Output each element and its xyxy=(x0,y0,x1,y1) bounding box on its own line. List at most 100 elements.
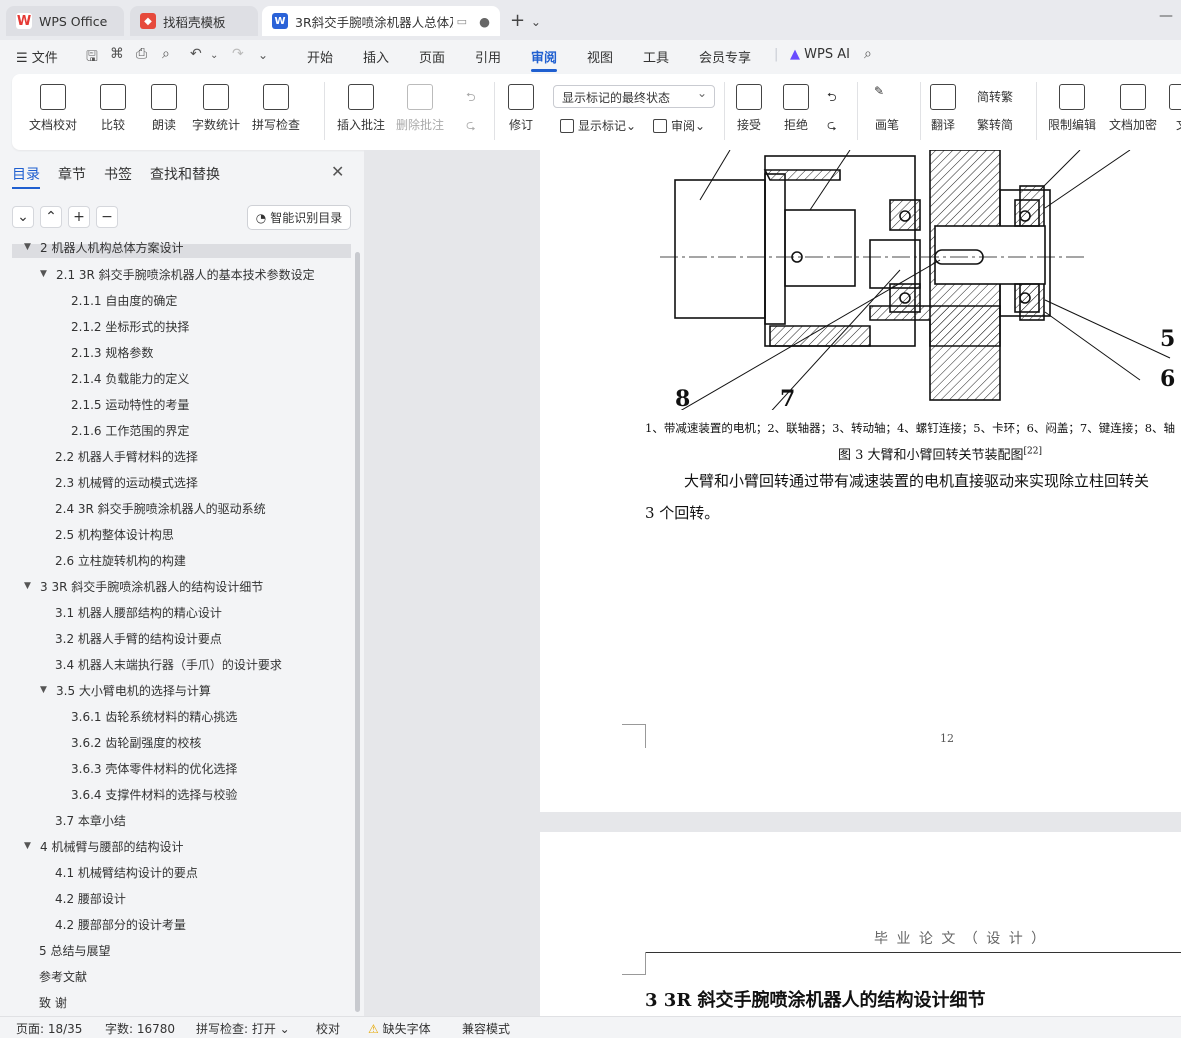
redo-icon[interactable]: ↷ xyxy=(232,46,244,62)
translate-button[interactable]: 翻译 xyxy=(930,84,956,133)
document-encrypt-button[interactable]: 文档加密 xyxy=(1109,84,1157,133)
chevron-up-icon[interactable]: ⌃ xyxy=(40,206,62,228)
reject-button[interactable]: 拒绝 xyxy=(783,84,809,133)
toc-item[interactable]: 3.2 机器人手臂的结构设计要点 xyxy=(55,628,222,648)
wps-ai-button[interactable]: ▲ WPS AI xyxy=(790,47,850,62)
toc-item[interactable]: 3.7 本章小结 xyxy=(55,810,126,830)
toc-item[interactable]: 3.6.2 齿轮副强度的校核 xyxy=(71,732,201,752)
toc-item[interactable]: 2.1.4 负载能力的定义 xyxy=(71,368,189,388)
toc-item[interactable]: 4.2 腰部设计 xyxy=(55,888,126,908)
toc-item[interactable]: ▼ 3 3R 斜交手腕喷涂机器人的结构设计细节 xyxy=(24,576,263,596)
undo-dropdown-icon[interactable]: ⌄ xyxy=(210,50,218,61)
page-indicator[interactable]: 页面: 18/35 xyxy=(16,1020,82,1037)
toc-scrollbar[interactable] xyxy=(355,252,360,1012)
search-icon[interactable]: ⌕ xyxy=(864,46,872,62)
toc-item[interactable]: 3.4 机器人末端执行器（手爪）的设计要求 xyxy=(55,654,282,674)
tab-wps-office[interactable]: W WPS Office xyxy=(6,6,124,36)
missing-font-status[interactable]: ⚠ 缺失字体 xyxy=(368,1020,431,1037)
previous-change-icon[interactable]: ⮌ xyxy=(827,88,837,109)
to-traditional-button[interactable]: 简 转繁 xyxy=(977,88,1013,105)
toc-item[interactable]: 致 谢 xyxy=(39,992,67,1012)
more-chevron-icon[interactable]: ⌄ xyxy=(258,48,268,62)
figure-label-6: 6 xyxy=(1160,366,1176,392)
tab-find-replace[interactable]: 查找和替换 xyxy=(150,164,220,184)
toc-item[interactable]: 2.6 立柱旋转机构的构建 xyxy=(55,550,186,570)
toc-item[interactable]: 2.1.5 运动特性的考量 xyxy=(71,394,189,414)
unsaved-dot-icon[interactable]: ● xyxy=(479,14,490,29)
print-icon[interactable]: ⎙ xyxy=(136,46,147,62)
markup-state-dropdown[interactable]: 显示标记的最终状态 xyxy=(553,85,715,108)
spell-check-button[interactable]: 拼写检查 xyxy=(252,84,300,133)
show-markup-button[interactable]: 显示标记 ⌄ xyxy=(560,117,636,134)
add-heading-icon[interactable]: + xyxy=(68,206,90,228)
compare-button[interactable]: 比较 xyxy=(100,84,126,133)
file-menu[interactable]: ☰ 文件 xyxy=(16,47,58,66)
toc-item[interactable]: 2.4 3R 斜交手腕喷涂机器人的驱动系统 xyxy=(55,498,266,518)
tab-bookmarks[interactable]: 书签 xyxy=(104,164,132,184)
tab-sections[interactable]: 章节 xyxy=(58,164,86,184)
menu-review[interactable]: 审阅 xyxy=(531,47,558,72)
print-preview-icon[interactable]: ⌕ xyxy=(162,46,170,62)
toc-item[interactable]: 2.1.6 工作范围的界定 xyxy=(71,420,189,440)
document-canvas: 5 6 7 8 1、带减速装置的电机；2、联轴器；3、转动轴；4、螺钉连接；5、… xyxy=(364,150,1181,1016)
toc-item[interactable]: 2.2 机器人手臂材料的选择 xyxy=(55,446,198,466)
next-comment-icon[interactable]: ⮎ xyxy=(466,116,476,137)
track-changes-button[interactable]: 修订 xyxy=(508,84,534,133)
review-pane-button[interactable]: 审阅 ⌄ xyxy=(653,117,705,134)
tab-toc[interactable]: 目录 xyxy=(12,164,40,189)
document-proofread-button[interactable]: 文档校对 xyxy=(29,84,77,133)
spell-check-status[interactable]: 拼写检查: 打开 ⌄ xyxy=(196,1020,290,1037)
toc-item[interactable]: 3.6.4 支撑件材料的选择与校验 xyxy=(71,784,237,804)
menu-view[interactable]: 视图 xyxy=(587,47,613,66)
undo-icon[interactable]: ↶ xyxy=(190,46,202,62)
toc-item[interactable]: 5 总结与展望 xyxy=(39,940,110,960)
word-count-status[interactable]: 字数: 16780 xyxy=(105,1020,175,1037)
toc-item[interactable]: 2.5 机构整体设计构思 xyxy=(55,524,174,544)
document-icon xyxy=(1169,84,1181,110)
toc-item[interactable]: 参考文献 xyxy=(39,966,87,986)
toc-item[interactable]: 3.1 机器人腰部结构的精心设计 xyxy=(55,602,222,622)
previous-comment-icon[interactable]: ⮌ xyxy=(466,88,476,109)
insert-comment-button[interactable]: 插入批注 xyxy=(337,84,385,133)
menu-member[interactable]: 会员专享 xyxy=(699,47,751,66)
toc-item[interactable]: 2.1.1 自由度的确定 xyxy=(71,290,177,310)
toc-item[interactable]: 2.1.3 规格参数 xyxy=(71,342,153,362)
toc-item[interactable]: 4.2 腰部部分的设计考量 xyxy=(55,914,186,934)
toc-item[interactable]: 2.3 机械臂的运动模式选择 xyxy=(55,472,198,492)
toc-item[interactable]: ▼ 2.1 3R 斜交手腕喷涂机器人的基本技术参数设定 xyxy=(40,264,315,284)
new-tab-button[interactable]: + ⌄ xyxy=(510,10,541,31)
pen-button[interactable]: ✎ 画笔 xyxy=(874,84,900,133)
document-more-button[interactable]: 文 xyxy=(1169,84,1181,133)
menu-references[interactable]: 引用 xyxy=(475,47,501,66)
share-icon[interactable]: ⌘ xyxy=(110,46,124,62)
chevron-down-icon[interactable]: ⌄ xyxy=(531,15,541,29)
toc-item[interactable]: ▼ 4 机械臂与腰部的结构设计 xyxy=(24,836,183,856)
window-minimize-icon[interactable]: — xyxy=(1159,8,1173,24)
delete-comment-button[interactable]: 删除批注 xyxy=(396,84,444,133)
menu-start[interactable]: 开始 xyxy=(307,47,333,66)
accept-button[interactable]: 接受 xyxy=(736,84,762,133)
menu-page[interactable]: 页面 xyxy=(419,47,445,66)
toc-item[interactable]: 4.1 机械臂结构设计的要点 xyxy=(55,862,198,882)
toc-item[interactable]: ▼ 2 机器人机构总体方案设计 xyxy=(24,240,183,255)
close-icon[interactable]: ✕ xyxy=(331,162,344,181)
menu-tools[interactable]: 工具 xyxy=(643,47,669,66)
next-change-icon[interactable]: ⮎ xyxy=(827,116,837,137)
collapse-chevron-down-icon[interactable]: ⌄ xyxy=(12,206,34,228)
word-count-button[interactable]: 字数统计 xyxy=(192,84,240,133)
tab-docer-templates[interactable]: ◆ 找稻壳模板 xyxy=(130,6,258,36)
save-icon[interactable]: 🖫 xyxy=(86,46,98,70)
toc-item[interactable]: 3.6.1 齿轮系统材料的精心挑选 xyxy=(71,706,237,726)
to-simplified-button[interactable]: 繁 转简 xyxy=(977,116,1013,133)
body-paragraph-line: 大臂和小臂回转通过带有减速装置的电机直接驱动来实现除立柱回转关 xyxy=(684,472,1150,490)
read-aloud-button[interactable]: 朗读 xyxy=(151,84,177,133)
smart-toc-button[interactable]: ◔ 智能识别目录 xyxy=(247,205,351,230)
proofread-status[interactable]: 校对 xyxy=(316,1020,340,1037)
toc-item[interactable]: ▼ 3.5 大小臂电机的选择与计算 xyxy=(40,680,211,700)
tab-current-document[interactable]: W 3R斜交手腕喷涂机器人总体及 ▭ ● xyxy=(262,6,500,36)
toc-item[interactable]: 2.1.2 坐标形式的抉择 xyxy=(71,316,189,336)
toc-item[interactable]: 3.6.3 壳体零件材料的优化选择 xyxy=(71,758,237,778)
remove-heading-icon[interactable]: − xyxy=(96,206,118,228)
restrict-editing-button[interactable]: 限制编辑 xyxy=(1048,84,1096,133)
menu-insert[interactable]: 插入 xyxy=(363,47,389,66)
